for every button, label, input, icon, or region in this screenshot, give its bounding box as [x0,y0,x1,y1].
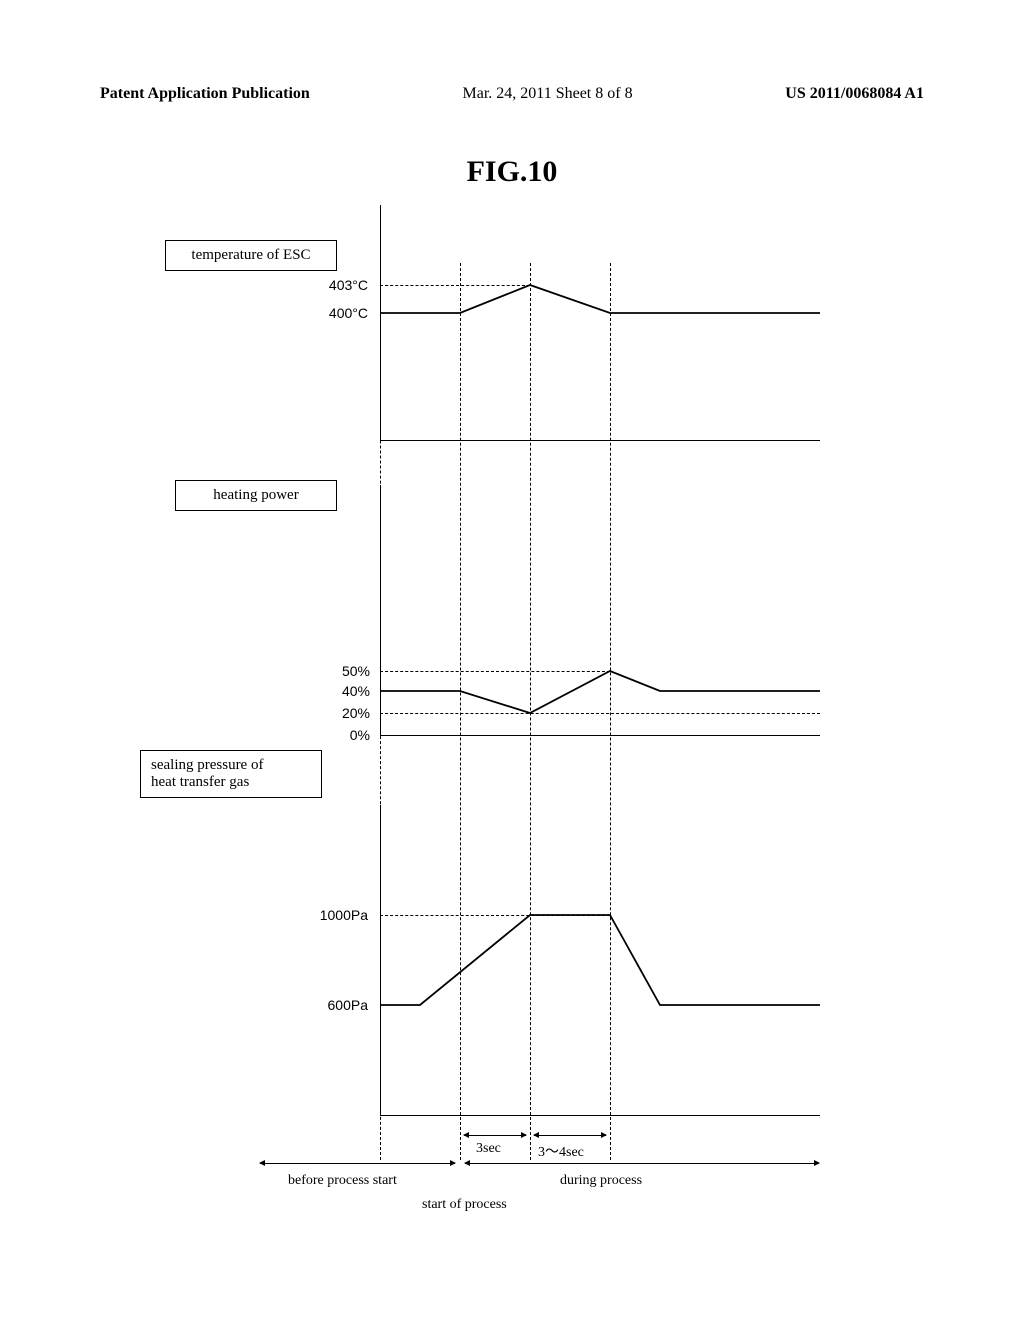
diagram-area: temperature of ESC heating power sealing… [120,205,900,1225]
label-start: start of process [422,1197,507,1213]
chart3-line [120,205,900,1225]
header-center: Mar. 24, 2011 Sheet 8 of 8 [463,85,633,103]
label-before: before process start [288,1173,397,1189]
header-left: Patent Application Publication [100,85,310,103]
label-3sec: 3sec [476,1141,501,1157]
label-during: during process [560,1173,642,1189]
arrow-34sec [534,1135,606,1136]
arrow-during [465,1163,819,1164]
arrow-before [260,1163,455,1164]
label-34sec: 3～4sec [538,1141,584,1161]
arrow-3sec [464,1135,526,1136]
header-right: US 2011/0068084 A1 [785,85,924,103]
page-header: Patent Application Publication Mar. 24, … [0,85,1024,103]
figure-title: FIG.10 [0,155,1024,189]
